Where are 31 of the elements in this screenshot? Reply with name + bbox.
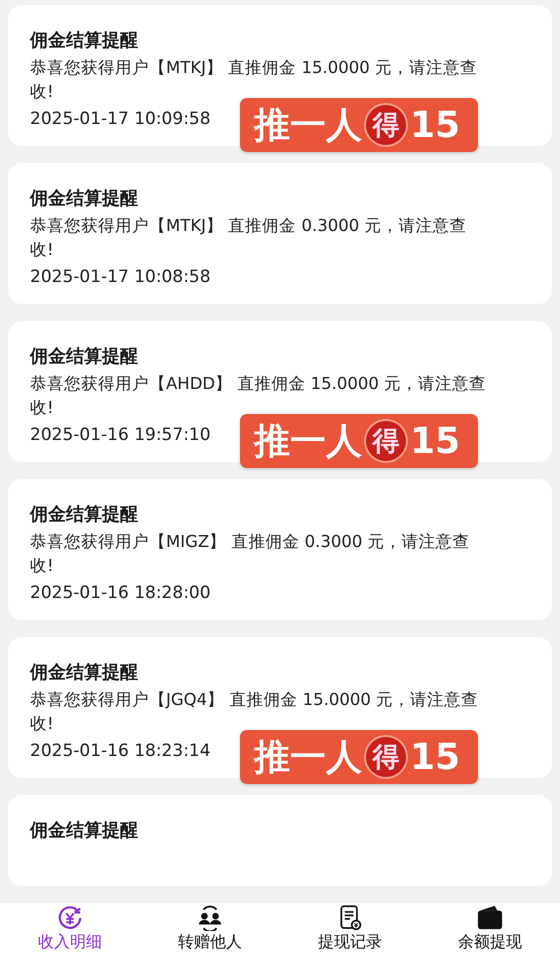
promo-text: 推一人 (254, 736, 362, 780)
promo-amount: 15 (410, 104, 460, 146)
wallet-icon (475, 905, 505, 931)
notice-message: 恭喜您获得用户【MIGZ】 直推佣金 0.3000 元，请注意查收! (30, 531, 471, 577)
tab-item[interactable]: 余额提现 (420, 903, 560, 953)
notice-title: 佣金结算提醒 (30, 503, 139, 527)
promo-amount: 15 (410, 736, 460, 778)
notice-time: 2025-01-16 18:28:00 (30, 582, 211, 605)
notice-title: 佣金结算提醒 (30, 819, 139, 843)
promo-seal: 得 (366, 737, 406, 777)
notice-time: 2025-01-16 19:57:10 (30, 424, 211, 447)
tab-item[interactable]: 提现记录 (280, 903, 420, 953)
notice-time: 2025-01-17 10:09:58 (30, 108, 211, 131)
notice-message: 恭喜您获得用户【MTKJ】 直推佣金 0.3000 元，请注意查收! (30, 215, 468, 261)
promo-seal: 得 (366, 105, 406, 145)
notice-message: 恭喜您获得用户【MTKJ】 直推佣金 15.0000 元，请注意查收! (30, 57, 478, 103)
notice-message: 恭喜您获得用户【JGQ4】 直推佣金 15.0000 元，请注意查收! (30, 689, 480, 735)
promo-text: 推一人 (254, 420, 362, 464)
notice-title: 佣金结算提醒 (30, 29, 139, 53)
promo-text: 推一人 (254, 104, 362, 148)
tab-item[interactable]: 收入明细 (0, 903, 140, 953)
notice-title: 佣金结算提醒 (30, 187, 139, 211)
notice-title: 佣金结算提醒 (30, 661, 139, 685)
notice-title: 佣金结算提醒 (30, 345, 139, 369)
yen-refund-icon (56, 905, 84, 931)
promo-seal: 得 (366, 421, 406, 461)
tab-item[interactable]: 转赠他人 (140, 903, 280, 953)
notice-message: 恭喜您获得用户【AHDD】 直推佣金 15.0000 元，请注意查收! (30, 373, 488, 419)
promo-amount: 15 (410, 420, 460, 462)
notice-time: 2025-01-16 18:23:14 (30, 740, 211, 763)
notice-time: 2025-01-17 10:08:58 (30, 266, 211, 289)
